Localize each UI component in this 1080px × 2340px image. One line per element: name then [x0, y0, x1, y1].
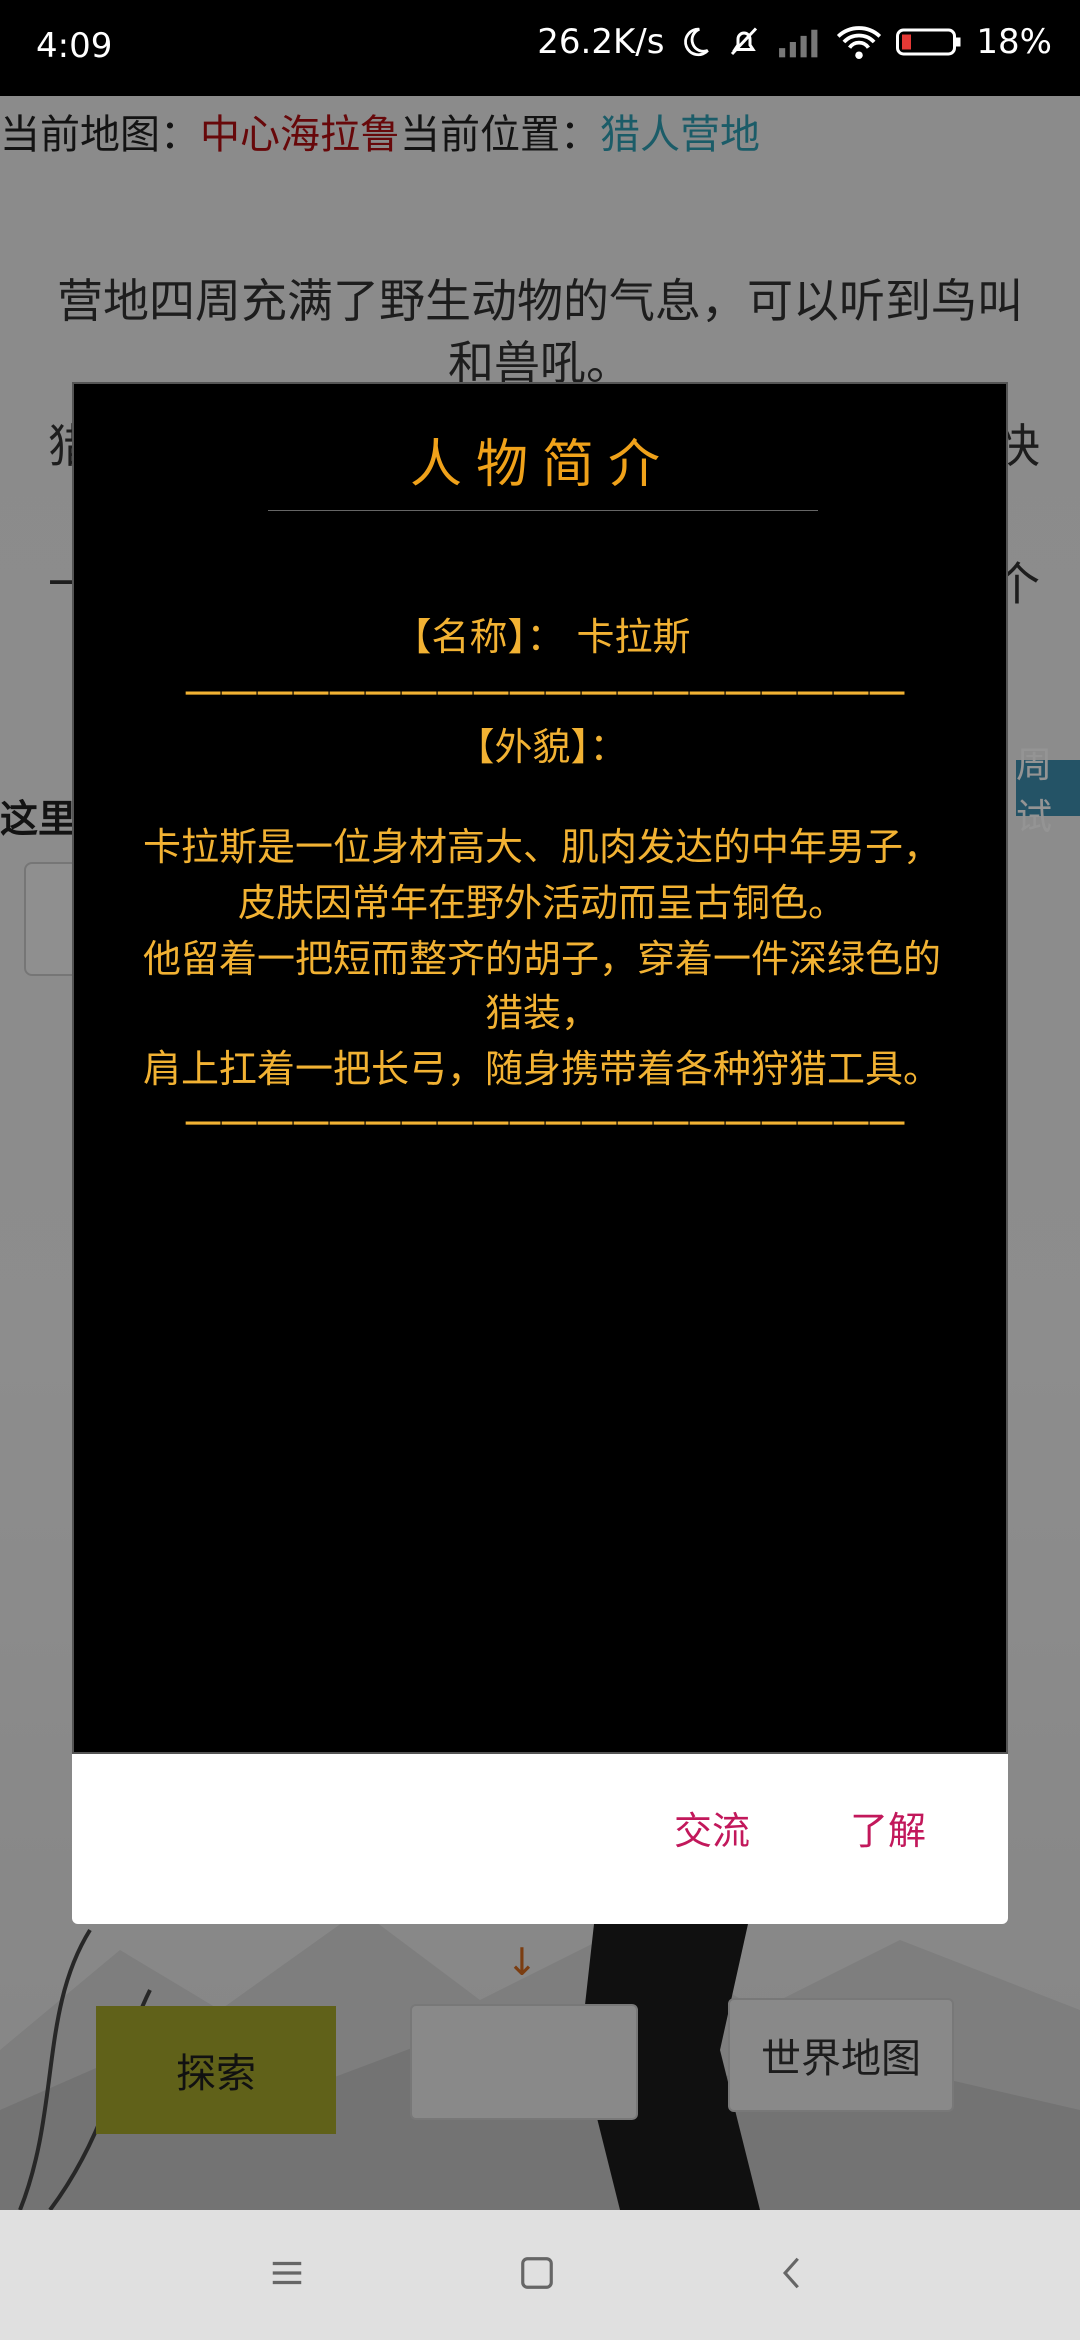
- appearance-line-1: 卡拉斯是一位身材高大、肌肉发达的中年男子，: [142, 825, 941, 869]
- dialog-title: 人物简介: [409, 435, 674, 495]
- title-divider: [268, 510, 818, 511]
- appearance-label: 【外貌】：: [456, 725, 628, 769]
- dialog-body: 人物简介 【名称】： 卡拉斯 一一一一一一一一一一一一一一一一一一一一 【外貌】…: [72, 382, 1008, 1754]
- wifi-icon: [836, 25, 882, 59]
- home-icon[interactable]: [518, 2254, 556, 2296]
- status-bar: 4:09 26.2K/s 18%: [0, 0, 1080, 96]
- appearance-line-3: 他留着一把短而整齐的胡子，穿着一件深绿色的: [142, 937, 941, 981]
- signal-icon: [776, 26, 822, 58]
- character-name: 【名称】： 卡拉斯: [393, 615, 691, 659]
- appearance-line-4: 猎装，: [484, 991, 599, 1035]
- navigation-bar: [0, 2210, 1080, 2340]
- talk-button[interactable]: 交流: [674, 1800, 750, 1855]
- character-dialog: 人物简介 【名称】： 卡拉斯 一一一一一一一一一一一一一一一一一一一一 【外貌】…: [72, 382, 1008, 1924]
- back-icon[interactable]: [774, 2254, 812, 2296]
- battery-percent: 18%: [976, 22, 1052, 62]
- battery-icon: [896, 26, 962, 58]
- dialog-footer: 交流 了解: [72, 1754, 1008, 1924]
- appearance-line-5: 肩上扛着一把长弓，随身携带着各种狩猎工具。: [142, 1047, 941, 1091]
- separator-1: 一一一一一一一一一一一一一一一一一一一一: [183, 673, 906, 717]
- status-icons: 26.2K/s 18%: [537, 22, 1052, 62]
- menu-icon[interactable]: [268, 2254, 306, 2296]
- separator-2: 一一一一一一一一一一一一一一一一一一一一: [183, 1103, 906, 1147]
- moon-icon: [678, 25, 712, 59]
- status-time: 4:09: [36, 26, 113, 66]
- net-speed: 26.2K/s: [537, 22, 665, 62]
- understand-button[interactable]: 了解: [850, 1800, 926, 1855]
- bell-off-icon: [726, 24, 762, 60]
- appearance-line-2: 皮肤因常年在野外活动而呈古铜色。: [237, 881, 846, 925]
